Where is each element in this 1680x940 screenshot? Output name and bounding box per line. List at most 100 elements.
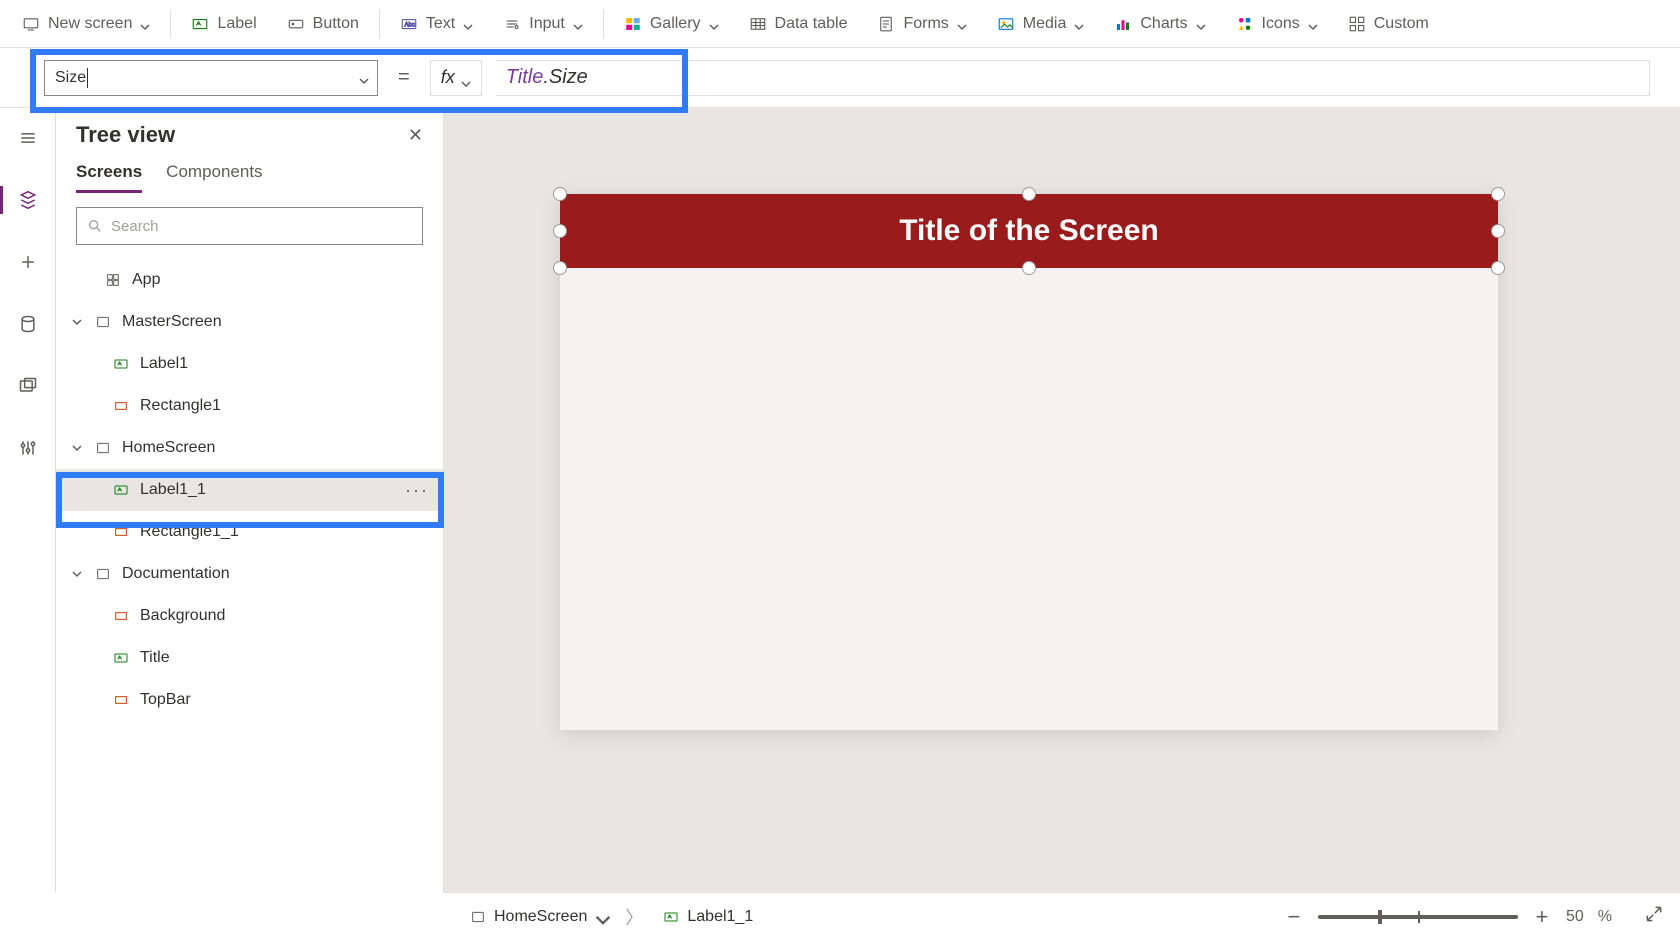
- tree-label: HomeScreen: [122, 439, 215, 457]
- property-value: Size: [55, 69, 86, 87]
- resize-handle[interactable]: [1491, 261, 1505, 275]
- rectangle-icon: [112, 607, 130, 625]
- separator: [379, 10, 380, 38]
- tree-tabs: Screens Components: [56, 156, 443, 193]
- app-icon: [104, 271, 122, 289]
- chevron-down-icon: [70, 317, 84, 327]
- zoom-slider[interactable]: [1318, 915, 1518, 919]
- tree-node-background[interactable]: Background: [56, 595, 443, 637]
- screen-icon: [22, 15, 40, 33]
- tree-node-homescreen[interactable]: HomeScreen: [56, 427, 443, 469]
- settings-rail-button[interactable]: [8, 428, 48, 468]
- artboard-homescreen[interactable]: Title of the Screen: [560, 194, 1498, 730]
- rectangle-icon: [112, 397, 130, 415]
- forms-button[interactable]: Forms: [863, 0, 980, 47]
- zoom-out-button[interactable]: −: [1284, 904, 1304, 930]
- zoom-tick: [1418, 911, 1420, 923]
- separator: [170, 10, 171, 38]
- chevron-down-icon: [957, 19, 967, 29]
- breadcrumb-screen[interactable]: HomeScreen: [460, 904, 615, 930]
- zoom-value: 50: [1566, 908, 1584, 926]
- tree-node-rectangle1-1[interactable]: Rectangle1_1: [56, 511, 443, 553]
- media-button[interactable]: Media: [983, 0, 1099, 47]
- gallery-button[interactable]: Gallery: [610, 0, 733, 47]
- formula-token-object: Title: [506, 66, 544, 89]
- label-icon: [112, 649, 130, 667]
- tree-label: Background: [140, 607, 225, 625]
- tree-node-label1[interactable]: Label1: [56, 343, 443, 385]
- chevron-down-icon: [595, 912, 605, 922]
- label-icon: [191, 15, 209, 33]
- forms-icon: [877, 15, 895, 33]
- text-button[interactable]: Abc Text: [386, 0, 487, 47]
- tree-label: Documentation: [122, 565, 230, 583]
- resize-handle[interactable]: [553, 187, 567, 201]
- property-dropdown[interactable]: Size: [44, 60, 378, 96]
- new-screen-button[interactable]: New screen: [8, 0, 164, 47]
- insert-rail-button[interactable]: [8, 242, 48, 282]
- tree-node-masterscreen[interactable]: MasterScreen: [56, 301, 443, 343]
- screen-icon: [94, 313, 112, 331]
- tree-view-rail-button[interactable]: [8, 180, 48, 220]
- text-icon: Abc: [400, 15, 418, 33]
- tree-label: Title: [140, 649, 170, 667]
- custom-button[interactable]: Custom: [1334, 0, 1443, 47]
- tab-screens[interactable]: Screens: [76, 162, 142, 193]
- resize-handle[interactable]: [1022, 261, 1036, 275]
- button-btn-text: Button: [313, 15, 359, 33]
- tree-node-documentation[interactable]: Documentation: [56, 553, 443, 595]
- breadcrumb-control[interactable]: Label1_1: [653, 904, 763, 930]
- chevron-down-icon: [359, 73, 369, 83]
- resize-handle[interactable]: [553, 224, 567, 238]
- media-icon: [997, 15, 1015, 33]
- button-button[interactable]: Button: [273, 0, 373, 47]
- resize-handle[interactable]: [1022, 187, 1036, 201]
- tree-node-rectangle1[interactable]: Rectangle1: [56, 385, 443, 427]
- tree-label: Label1: [140, 355, 188, 373]
- input-button[interactable]: Input: [489, 0, 597, 47]
- label-btn-text: Label: [217, 15, 256, 33]
- chevron-down-icon: [573, 19, 583, 29]
- resize-handle[interactable]: [553, 261, 567, 275]
- charts-button[interactable]: Charts: [1100, 0, 1219, 47]
- tree-label: Rectangle1_1: [140, 523, 239, 541]
- canvas[interactable]: Title of the Screen: [444, 108, 1680, 892]
- more-icon[interactable]: ···: [405, 480, 429, 501]
- tree-label: Rectangle1: [140, 397, 221, 415]
- input-btn-text: Input: [529, 15, 565, 33]
- zoom-in-button[interactable]: +: [1532, 904, 1552, 930]
- close-icon[interactable]: ✕: [408, 125, 423, 146]
- resize-handle[interactable]: [1491, 224, 1505, 238]
- fx-button[interactable]: fx: [430, 60, 482, 96]
- media-rail-button[interactable]: [8, 366, 48, 406]
- tree-node-title[interactable]: Title: [56, 637, 443, 679]
- data-table-button[interactable]: Data table: [735, 0, 862, 47]
- hamburger-button[interactable]: [8, 118, 48, 158]
- data-rail-button[interactable]: [8, 304, 48, 344]
- chevron-down-icon: [1074, 19, 1084, 29]
- zoom-thumb[interactable]: [1378, 910, 1382, 924]
- label-icon: [663, 909, 679, 925]
- formula-bar: Size = fx Title.Size: [0, 48, 1680, 108]
- equals-sign: =: [392, 66, 416, 89]
- search-placeholder: Search: [111, 218, 159, 235]
- selected-label-control[interactable]: Title of the Screen: [560, 194, 1498, 268]
- main-area: Tree view ✕ Screens Components Search Ap…: [0, 108, 1680, 892]
- chevron-down-icon: [461, 73, 471, 83]
- fullscreen-button[interactable]: [1644, 904, 1664, 929]
- tree-node-topbar[interactable]: TopBar: [56, 679, 443, 721]
- tree-label: TopBar: [140, 691, 191, 709]
- tree-node-app[interactable]: App: [56, 259, 443, 301]
- charts-icon: [1114, 15, 1132, 33]
- tree-node-label1-1[interactable]: Label1_1 ···: [56, 469, 443, 511]
- zoom-unit: %: [1598, 908, 1612, 926]
- search-input[interactable]: Search: [76, 207, 423, 245]
- tab-components[interactable]: Components: [166, 162, 262, 193]
- label-button[interactable]: Label: [177, 0, 270, 47]
- resize-handle[interactable]: [1491, 187, 1505, 201]
- search-wrap: Search: [56, 193, 443, 259]
- formula-input[interactable]: Title.Size: [496, 60, 1650, 96]
- svg-text:Abc: Abc: [404, 22, 414, 28]
- icons-button[interactable]: Icons: [1222, 0, 1332, 47]
- data-table-btn-text: Data table: [775, 15, 848, 33]
